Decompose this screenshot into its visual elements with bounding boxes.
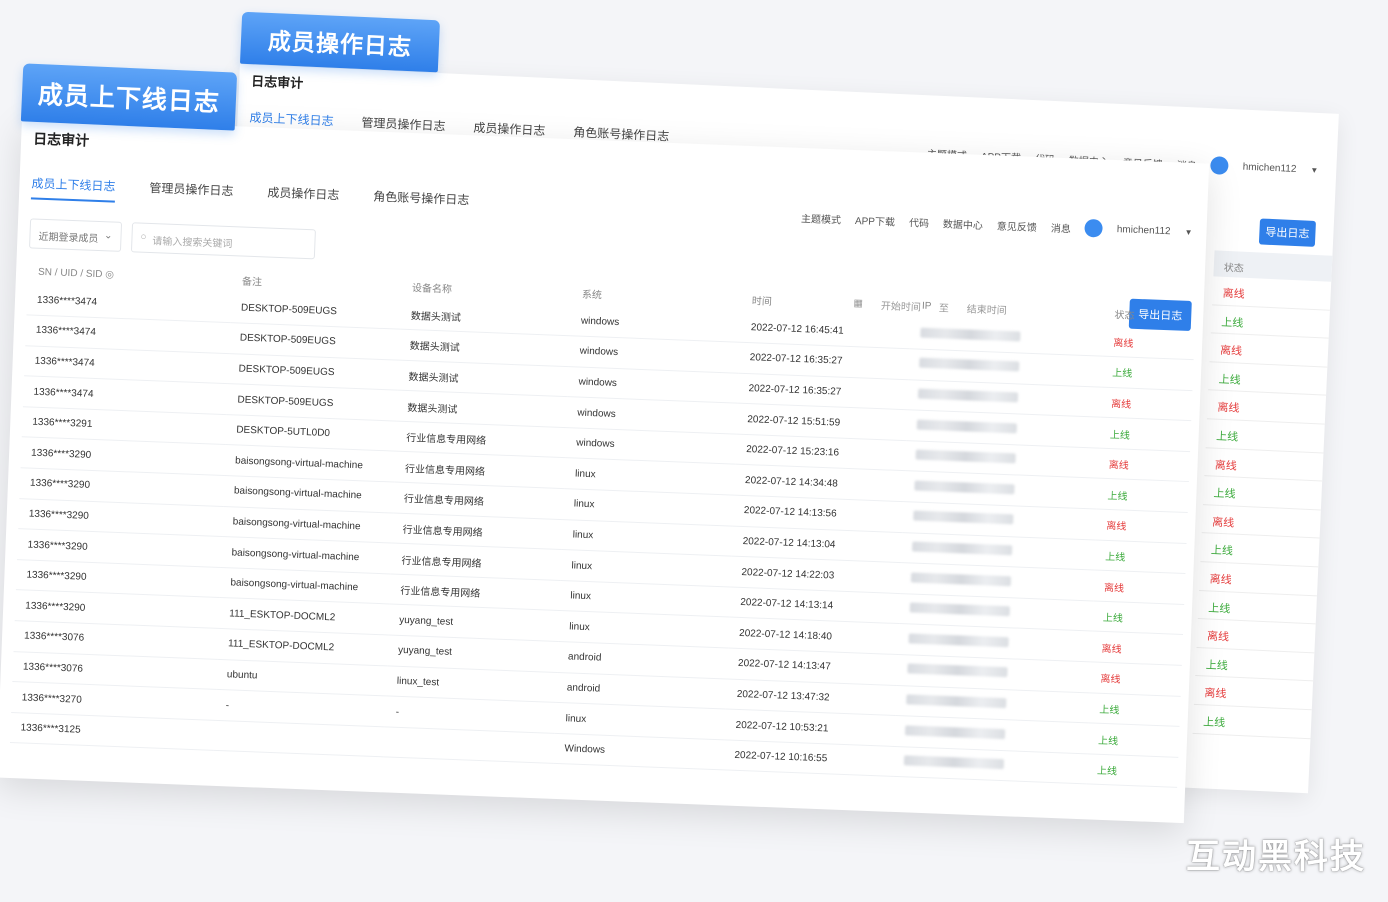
ip-redacted bbox=[914, 480, 1016, 495]
nav-data-center[interactable]: 数据中心 bbox=[943, 215, 984, 232]
nav-theme[interactable]: 主题模式 bbox=[801, 209, 842, 226]
status-badge: 离线 bbox=[1091, 631, 1184, 666]
member-online-log-badge: 成员上下线日志 bbox=[20, 63, 238, 131]
avatar[interactable] bbox=[1210, 156, 1230, 175]
status-badge: 上线 bbox=[1094, 539, 1187, 574]
page-title: 日志审计 bbox=[32, 130, 90, 149]
tab-member-operation-log[interactable]: 成员操作日志 bbox=[267, 183, 340, 211]
cell-note bbox=[213, 720, 386, 758]
ip-redacted bbox=[908, 633, 1010, 648]
log-table: SN / UID / SID ◎ 备注 设备名称 系统 时间 IP 状态 133… bbox=[10, 258, 1196, 788]
search-icon: ○ bbox=[140, 231, 147, 243]
export-log-button[interactable]: 导出日志 bbox=[1258, 218, 1316, 247]
nav-app-download[interactable]: APP下载 bbox=[855, 212, 896, 229]
page-title: 日志审计 bbox=[250, 73, 304, 91]
username[interactable]: hmichen112 bbox=[1117, 224, 1171, 237]
status-badge: 上线 bbox=[1099, 417, 1192, 452]
status-badge: 上线 bbox=[1092, 600, 1185, 635]
status-badge: 上线 bbox=[1192, 704, 1312, 739]
status-badge: 离线 bbox=[1093, 570, 1186, 605]
cell-time: 2022-07-12 10:16:55 bbox=[723, 739, 896, 777]
cell-device bbox=[383, 726, 556, 764]
ip-redacted bbox=[906, 694, 1007, 709]
status-badge: 离线 bbox=[1095, 509, 1188, 544]
ip-redacted bbox=[920, 327, 1022, 342]
cell-system: Windows bbox=[553, 733, 726, 771]
tab-bar: 成员上下线日志 管理员操作日志 成员操作日志 角色账号操作日志 bbox=[30, 174, 470, 217]
ip-redacted bbox=[918, 388, 1019, 403]
ip-redacted bbox=[905, 724, 1006, 739]
status-badge: 离线 bbox=[1102, 325, 1195, 360]
ip-redacted bbox=[907, 663, 1009, 678]
col-status: 状态 bbox=[1114, 309, 1135, 322]
member-operation-log-badge: 成员操作日志 bbox=[239, 11, 441, 73]
ip-redacted bbox=[917, 419, 1018, 434]
nav-messages[interactable]: 消息 bbox=[1051, 219, 1072, 235]
status-badge: 上线 bbox=[1097, 478, 1189, 513]
tab-admin-operation-log[interactable]: 管理员操作日志 bbox=[149, 179, 234, 207]
ip-redacted bbox=[916, 449, 1017, 464]
ip-redacted bbox=[919, 358, 1020, 372]
status-badge: 离线 bbox=[1100, 386, 1193, 421]
status-badge: 上线 bbox=[1087, 723, 1180, 758]
status-badge: 离线 bbox=[1089, 661, 1182, 697]
chevron-down-icon: ⌄ bbox=[103, 230, 113, 242]
search-placeholder: 请输入搜索关键词 bbox=[152, 236, 233, 251]
info-icon: ◎ bbox=[105, 268, 115, 281]
cell-sn: 1336****3125 bbox=[10, 712, 216, 751]
member-filter-value: 近期登录成员 bbox=[38, 231, 99, 246]
tab-role-account-log[interactable]: 角色账号操作日志 bbox=[373, 188, 470, 217]
top-nav: 主题模式 APP下载 代码 数据中心 意见反馈 消息 hmichen112 ▼ bbox=[801, 208, 1193, 241]
status-column: 状态 离线 上线 离线 上线 离线 上线 离线 上线 离线 上线 离线 上线 离线 上线 离线 上线 bbox=[1192, 250, 1333, 739]
status-badge: 上线 bbox=[1088, 692, 1181, 727]
search-input[interactable]: ○ 请输入搜索关键词 bbox=[130, 222, 316, 260]
ip-redacted bbox=[913, 510, 1014, 525]
chevron-down-icon[interactable]: ▼ bbox=[1310, 165, 1318, 174]
member-filter-select[interactable]: 近期登录成员 ⌄ bbox=[29, 218, 123, 252]
cell-ip bbox=[893, 746, 1088, 785]
ip-redacted bbox=[910, 602, 1011, 617]
front-log-window: 日志审计 成员上下线日志 管理员操作日志 成员操作日志 角色账号操作日志 主题模… bbox=[0, 118, 1210, 824]
avatar[interactable] bbox=[1084, 218, 1104, 238]
nav-code[interactable]: 代码 bbox=[909, 214, 930, 230]
status-badge: 上线 bbox=[1086, 753, 1179, 788]
status-badge: 上线 bbox=[1101, 356, 1194, 391]
watermark: 互动黑科技 bbox=[1186, 838, 1366, 876]
ip-redacted bbox=[912, 541, 1013, 556]
nav-feedback[interactable]: 意见反馈 bbox=[997, 217, 1038, 234]
tab-member-online-log[interactable]: 成员上下线日志 bbox=[30, 174, 116, 203]
chevron-down-icon[interactable]: ▼ bbox=[1184, 227, 1192, 236]
username[interactable]: hmichen112 bbox=[1242, 161, 1296, 174]
ip-redacted bbox=[904, 755, 1005, 770]
status-badge: 离线 bbox=[1098, 447, 1191, 483]
ip-redacted bbox=[911, 572, 1012, 586]
